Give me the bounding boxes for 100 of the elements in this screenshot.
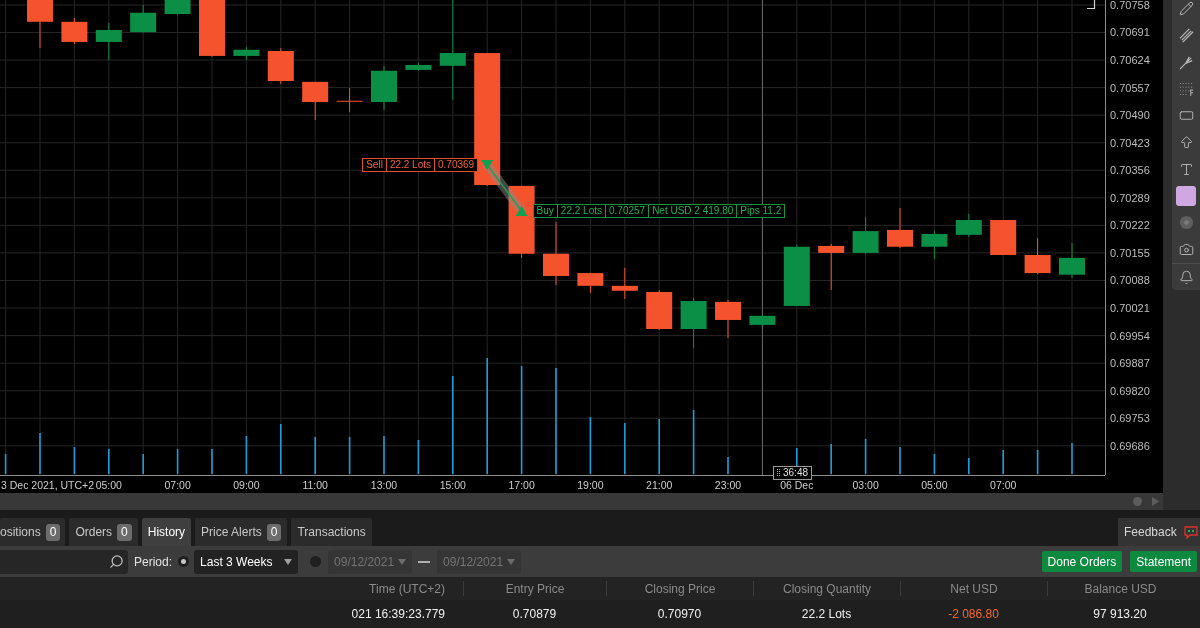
pitchfork-icon[interactable] (1178, 54, 1194, 70)
table-cell-text: 22.2 Lots (801, 606, 852, 623)
time-axis-label: 07:00 (990, 479, 1017, 491)
price-axis-label: 0.70088 (1110, 274, 1150, 287)
price-axis-label: 0.70557 (1110, 81, 1150, 94)
candlestick (1059, 242, 1085, 279)
radio-button[interactable] (310, 556, 322, 567)
time-axis-label: 17:00 (508, 479, 535, 491)
candlestick (233, 46, 260, 61)
search-icon (109, 554, 124, 569)
tab-count: 0 (117, 523, 132, 541)
column-header: Closing Quantity (782, 580, 871, 598)
price-axis-label: 0.70155 (1110, 246, 1150, 259)
trade-side: Buy (532, 203, 558, 218)
column-header: Entry Price (505, 580, 565, 598)
time-axis-label: 21:00 (646, 479, 673, 491)
time-axis-label: 13:00 (370, 479, 398, 491)
time-axis-label: 06 Dec (780, 479, 814, 491)
candlestick (611, 267, 638, 300)
time-axis-label: 11:00 (302, 479, 328, 491)
time-axis-label: 05:00 (95, 479, 122, 491)
color-swatch-icon[interactable] (1176, 186, 1196, 207)
period-dropdown[interactable]: Last 3 Weeks (194, 549, 299, 574)
price-axis-label: 0.69887 (1110, 357, 1150, 370)
candlestick (749, 314, 776, 328)
text-icon[interactable] (1178, 161, 1194, 177)
caret-down-icon (507, 558, 516, 565)
parallel-lines-icon[interactable] (1178, 27, 1194, 43)
search-field[interactable] (0, 549, 128, 574)
trade-side: Sell (362, 157, 387, 172)
pencil-icon[interactable] (1178, 0, 1194, 16)
trade-profit: Net USD 2 419.80 (648, 203, 738, 218)
candlestick (990, 219, 1017, 256)
candlestick (783, 244, 810, 307)
column-header: Closing Price (644, 580, 716, 598)
candlestick (302, 81, 329, 121)
time-axis-label: 19:00 (577, 479, 604, 491)
price-axis-label: 0.69820 (1110, 384, 1150, 397)
panel-tab[interactable]: Orders 0 (69, 518, 138, 546)
price-axis-label: 0.70691 (1110, 26, 1150, 39)
candlestick (267, 47, 294, 85)
time-axis-label: 23:00 (714, 479, 742, 491)
arrow-up-icon[interactable] (1178, 134, 1194, 150)
table-cell-text: -2 086.80 (948, 606, 999, 623)
time-axis-label: 07:00 (164, 479, 191, 491)
candlestick (405, 62, 432, 72)
table-cell-text: 97 913.20 (1093, 606, 1147, 623)
column-header: Net USD (950, 580, 998, 598)
column-header: Balance USD (1084, 580, 1157, 598)
feedback-tab[interactable]: Feedback (1118, 518, 1200, 546)
time-axis-label: 15:00 (439, 479, 466, 491)
trade-price: 0.70369 (434, 157, 479, 172)
candlestick (921, 230, 948, 260)
tab-count: 0 (266, 523, 282, 541)
camera-icon[interactable] (1178, 242, 1194, 258)
candlestick (887, 207, 913, 249)
radio-button[interactable] (178, 556, 190, 567)
table-cell-text: 021 16:39:23.779 (351, 606, 445, 623)
candlestick (371, 65, 397, 111)
panel-tab[interactable]: ositions 0 (0, 518, 66, 546)
candlestick (164, 0, 191, 16)
price-axis-label: 0.70356 (1110, 164, 1150, 177)
price-axis-label: 0.70021 (1110, 302, 1150, 315)
caret-down-icon (398, 558, 407, 565)
time-axis-label: 09:00 (233, 479, 260, 491)
candlestick (199, 0, 225, 58)
trade-volume: 22.2 Lots (385, 157, 436, 172)
action-button[interactable]: Done Orders (1041, 551, 1123, 572)
corner-bracket-icon (1086, 0, 1096, 10)
price-axis-label: 0.70289 (1110, 191, 1150, 204)
price-axis-label: 0.70624 (1110, 54, 1150, 67)
action-button[interactable]: Statement (1130, 551, 1197, 572)
trade-price: 0.70257 (605, 203, 650, 218)
candlestick (818, 243, 845, 291)
caret-down-icon (284, 558, 293, 565)
table-cell-text: 0.70879 (512, 606, 557, 623)
column-header: Time (UTC+2) (369, 580, 445, 598)
candlestick (577, 272, 604, 294)
circle-icon[interactable] (1178, 215, 1194, 231)
trade-line (481, 159, 528, 216)
price-axis-label: 0.70490 (1110, 109, 1150, 122)
time-axis-label: 05:00 (921, 479, 948, 491)
candlestick (680, 297, 707, 349)
price-axis-label: 0.70758 (1110, 0, 1150, 11)
panel-tab[interactable]: Price Alerts 0 (195, 518, 288, 546)
bell-icon[interactable] (1178, 269, 1194, 285)
candlestick (336, 87, 363, 113)
candlestick (95, 22, 122, 61)
candlestick (715, 299, 741, 339)
panel-tab[interactable]: Transactions (291, 518, 372, 546)
panel-tab[interactable]: History (141, 518, 192, 546)
time-axis-label: 03:00 (852, 479, 879, 491)
dotted-grid-icon[interactable] (1178, 81, 1194, 97)
price-axis-label: 0.69753 (1110, 412, 1150, 425)
candlestick (1024, 237, 1051, 275)
candlestick (955, 213, 982, 238)
range-separator (418, 560, 431, 563)
price-axis-label: 0.70222 (1110, 219, 1150, 232)
trade-volume: 22.2 Lots (556, 203, 606, 218)
price-axis-label: 0.69954 (1110, 329, 1150, 342)
